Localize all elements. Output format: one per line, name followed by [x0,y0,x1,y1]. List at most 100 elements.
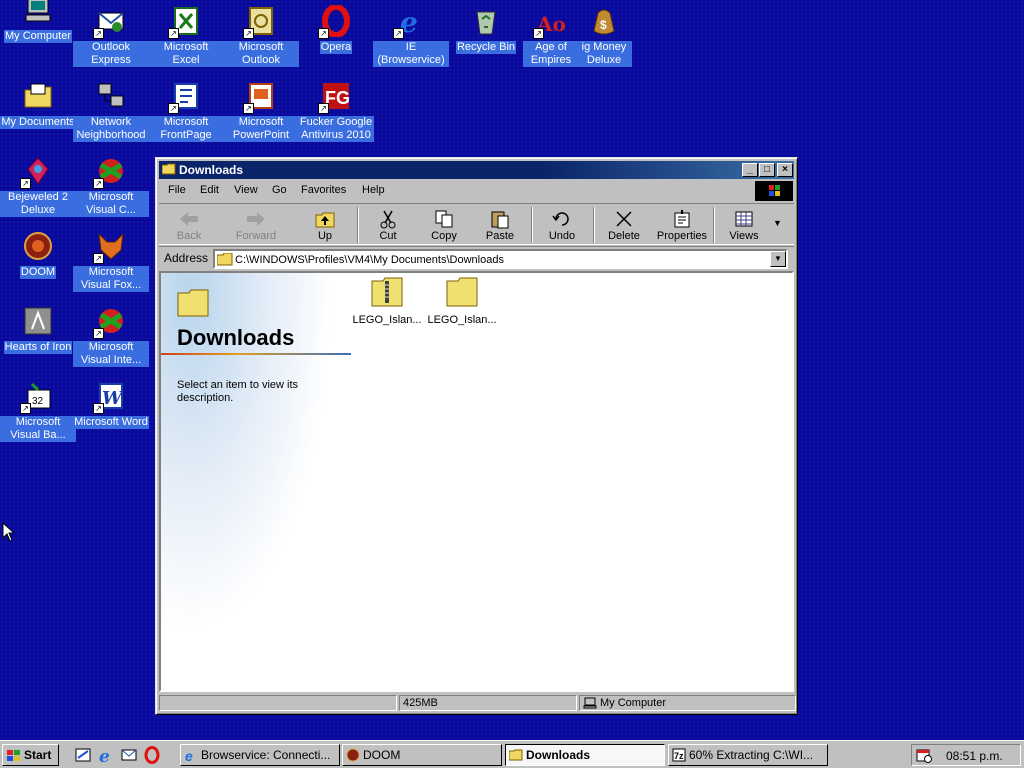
ie-icon[interactable]: e [97,746,115,764]
desktop-icon-my-computer[interactable]: My Computer [0,0,76,64]
my-documents-icon [24,83,52,108]
svg-text:W: W [102,388,124,409]
desktop-icon-age-of-empires[interactable]: AoE↗ Age of Empires [523,3,579,75]
undo-button[interactable]: Undo [535,206,589,244]
scheduler-icon[interactable] [916,747,932,763]
panel-title: Downloads [177,325,295,350]
windows-logo-icon [755,181,793,201]
copy-icon [435,210,453,228]
outlook-express-icon[interactable] [120,746,138,764]
desktop-icon-money[interactable]: $ ig Money Deluxe [576,3,632,75]
svg-text:7z: 7z [674,751,684,761]
folder-icon [162,163,176,175]
desktop-icon-bejeweled[interactable]: ↗ Bejeweled 2 Deluxe [0,153,76,225]
explorer-window[interactable]: Downloads _ □ × File Edit View Go Favori… [155,157,798,715]
clock[interactable]: 08:51 p.m. [946,749,1003,763]
status-zone: My Computer [579,695,796,711]
panel-description: Select an item to view its description. [177,379,299,404]
properties-button[interactable]: Properties [651,206,713,244]
folder-view[interactable]: Downloads Select an item to view its des… [159,271,794,692]
desktop-icon-outlook[interactable]: ↗ Microsoft Outlook [223,3,299,75]
desktop-icon-powerpoint[interactable]: ↗ Microsoft PowerPoint [223,78,299,150]
maximize-button[interactable]: □ [759,163,775,177]
network-icon [98,83,124,107]
address-dropdown-button[interactable]: ▼ [770,251,786,267]
scissors-icon [380,210,396,229]
zip-folder-icon [371,277,403,307]
file-item-folder[interactable]: LEGO_Islan... [426,277,498,326]
desktop-icon-hearts-of-iron[interactable]: Hearts of Iron [0,303,76,375]
desktop-icon-visual-fox[interactable]: ↗ Microsoft Visual Fox... [73,228,149,300]
desktop-icon-antivirus[interactable]: FG ↗ Fucker Google Antivirus 2010 [298,78,374,150]
close-button[interactable]: × [777,163,793,177]
views-dropdown-icon[interactable]: ▼ [773,218,782,228]
views-button[interactable]: Views [717,206,771,244]
address-label: Address [164,251,209,265]
back-arrow-icon [180,212,198,226]
opera-icon[interactable] [143,746,161,764]
money-icon: $ [593,9,615,35]
menu-favorites[interactable]: Favorites [301,184,346,196]
desktop-icon-recycle-bin[interactable]: Recycle Bin [448,3,524,75]
taskbar: Start e e Browservice: Connecti... DOOM … [0,740,1024,768]
task-downloads[interactable]: Downloads [505,744,665,766]
minimize-button[interactable]: _ [742,163,758,177]
title-bar[interactable]: Downloads _ □ × [159,161,794,179]
desktop-icon-visual-c[interactable]: ↗ Microsoft Visual C... [73,153,149,225]
paste-button[interactable]: Paste [473,206,527,244]
menu-file[interactable]: File [168,184,186,196]
paste-icon [491,211,509,229]
window-title: Downloads [179,163,244,177]
copy-button[interactable]: Copy [417,206,471,244]
delete-button[interactable]: Delete [597,206,651,244]
folder-icon [217,253,233,266]
desktop-icon-outlook-express[interactable]: ↗ Outlook Express [73,3,149,75]
menu-help[interactable]: Help [362,184,385,196]
svg-text:32: 32 [32,396,44,407]
task-browservice[interactable]: e Browservice: Connecti... [180,744,340,766]
my-computer-icon [583,697,597,709]
desktop-icon-excel[interactable]: ↗ Microsoft Excel [148,3,224,75]
address-input[interactable]: C:\WINDOWS\Profiles\VM4\My Documents\Dow… [213,249,788,269]
status-bar: 425MB My Computer [159,694,796,712]
folder-icon [509,749,523,761]
forward-button[interactable]: Forward [229,206,283,244]
toolbar: Back Forward Up Cut Copy Paste Undo Dele… [159,203,794,245]
menu-bar: File Edit View Go Favorites Help [159,181,794,201]
desktop-icon-word[interactable]: W ↗ Microsoft Word [73,378,149,450]
task-doom[interactable]: DOOM [342,744,502,766]
desktop-icon-visual-inte[interactable]: ↗ Microsoft Visual Inte... [73,303,149,375]
desktop-icon-doom[interactable]: DOOM [0,228,76,300]
desktop-icon-opera[interactable]: ↗ Opera [298,3,374,75]
menu-go[interactable]: Go [272,184,287,196]
desktop-icon-ie[interactable]: e ↗ IE (Browservice) [373,3,449,75]
views-grid-icon [735,211,753,227]
svg-text:e: e [99,747,110,764]
desktop-icon-frontpage[interactable]: ↗ Microsoft FrontPage [148,78,224,150]
back-button[interactable]: Back [162,206,216,244]
menu-edit[interactable]: Edit [200,184,219,196]
folder-icon [446,277,478,307]
svg-text:e: e [185,748,193,762]
webview-panel: Downloads Select an item to view its des… [161,273,356,690]
recycle-bin-icon [476,11,496,35]
cut-button[interactable]: Cut [361,206,415,244]
file-item-zip[interactable]: LEGO_Islan... [351,277,423,326]
up-button[interactable]: Up [298,206,352,244]
task-extracting[interactable]: 7z 60% Extracting C:\WI... [668,744,828,766]
desktop-icon-visual-basic[interactable]: 32 ↗ Microsoft Visual Ba... [0,378,76,450]
show-desktop-icon[interactable] [74,746,92,764]
7zip-icon: 7z [672,748,686,762]
properties-icon [674,210,690,228]
svg-text:$: $ [600,18,607,32]
ie-icon: e [185,748,193,762]
system-tray: 08:51 p.m. [911,744,1021,766]
menu-view[interactable]: View [234,184,258,196]
status-size: 425MB [399,695,577,711]
start-button[interactable]: Start [2,744,59,766]
forward-arrow-icon [247,212,265,226]
address-bar: Address C:\WINDOWS\Profiles\VM4\My Docum… [159,246,794,270]
hearts-of-iron-icon [24,307,52,335]
desktop-icon-my-documents[interactable]: My Documents [0,78,76,150]
desktop-icon-network[interactable]: Network Neighborhood [73,78,149,150]
